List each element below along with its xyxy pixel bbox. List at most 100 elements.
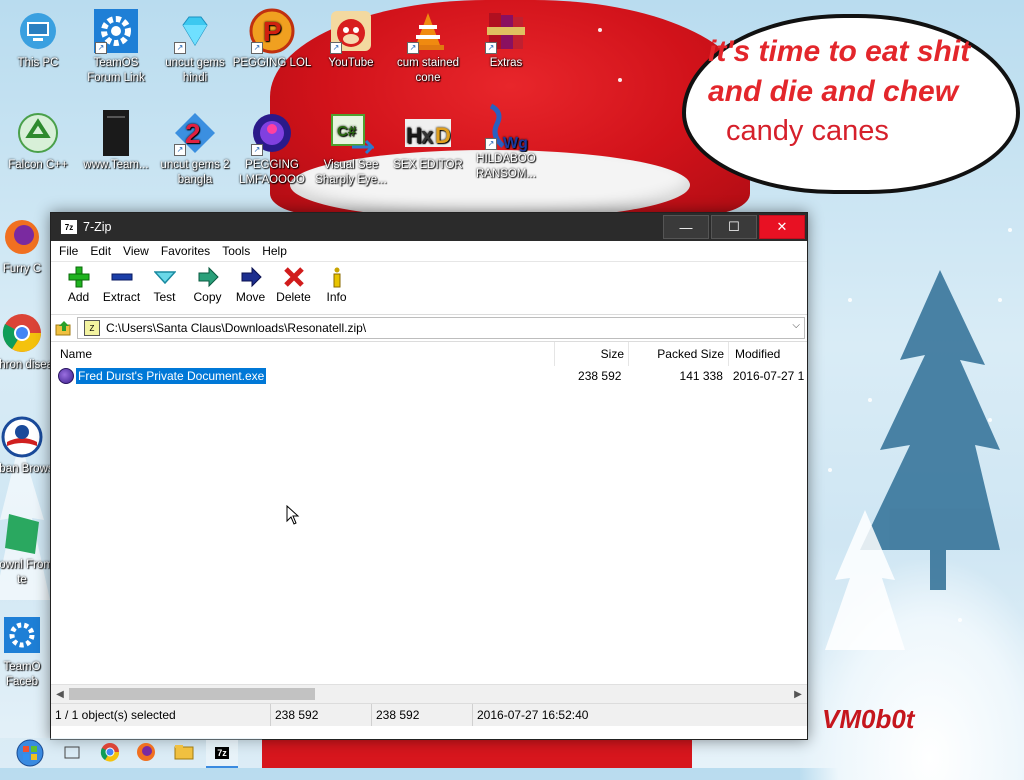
desktop-icon-label: Extras (489, 57, 523, 69)
taskbar-firefox[interactable] (134, 740, 158, 764)
address-field[interactable]: Z C:\Users\Santa Claus\Downloads\Resonat… (77, 317, 805, 339)
bubble-line-3: candy canes (726, 115, 889, 147)
taskbar-7zip[interactable]: 7z (206, 740, 238, 768)
test-button[interactable]: Test (143, 266, 186, 304)
desktop-icon-label: PEGGING LOL (232, 57, 312, 69)
file-modified: 2016-07-27 1 (732, 369, 805, 383)
desktop-icon-hildaboo-ransom[interactable]: Wg ↗ HILDABOO RANSOM... (466, 103, 546, 182)
desktop-icon-oban-brows[interactable]: Oban Brows (0, 414, 54, 477)
bubble-line-2: and die and chew (708, 75, 959, 108)
info-button[interactable]: Info (315, 266, 358, 304)
taskbar-chrome[interactable] (98, 740, 122, 764)
desktop-icon-furry-c[interactable]: Furry C (0, 214, 54, 277)
copy-label: Copy (193, 290, 222, 304)
menu-favorites[interactable]: Favorites (155, 244, 216, 258)
window-titlebar[interactable]: 7z 7-Zip — ☐ ✕ (51, 213, 807, 241)
info-icon (325, 266, 349, 288)
desktop-icon-pegging-lol[interactable]: P ↗ PEGGING LOL (232, 8, 312, 71)
folder-up-icon (55, 321, 71, 336)
horizontal-scrollbar[interactable]: ◀ ▶ (51, 684, 807, 703)
desktop-icon-label: Falcon C++ (8, 159, 68, 171)
desktop-icon-download-from-team[interactable]: Downl From te (0, 510, 54, 588)
desktop-icon-falcon-cpp[interactable]: Falcon C++ (0, 110, 78, 173)
check-icon (153, 266, 177, 288)
desktop-icon-label: www.Team... (83, 159, 149, 171)
chrome-icon (100, 743, 120, 762)
column-name[interactable]: Name (51, 342, 555, 366)
svg-text:D: D (435, 123, 451, 148)
status-size: 238 592 (271, 704, 372, 726)
minimize-button[interactable]: — (663, 215, 709, 239)
menu-file[interactable]: File (53, 244, 84, 258)
desktop-icon-visual-see-sharply[interactable]: C# Visual See Sharply Eye... (311, 110, 391, 188)
black-book-icon (93, 110, 139, 156)
copy-button[interactable]: Copy (186, 266, 229, 304)
column-packed-size[interactable]: Packed Size (629, 342, 729, 366)
desktop-icon-label: Oban Brows (0, 463, 54, 475)
desktop-icon-teamos-facebook[interactable]: TeamO Faceb (0, 612, 54, 690)
scroll-track[interactable] (69, 687, 789, 701)
desktop-icon-label: HILDABOO RANSOM... (475, 153, 537, 180)
folder-up-button[interactable] (51, 317, 77, 339)
move-button[interactable]: Move (229, 266, 272, 304)
column-modified[interactable]: Modified (729, 342, 805, 366)
desktop-icon-label: This PC (17, 57, 59, 69)
scroll-thumb[interactable] (69, 688, 315, 700)
gear-icon: ↗ (93, 8, 139, 54)
shortcut-arrow-icon: ↗ (485, 42, 497, 54)
desktop-icon-uncut-gems-hindi[interactable]: ↗ uncut gems hindi (155, 8, 235, 86)
desktop-icon-chrome-disea[interactable]: Chron disea (0, 310, 54, 373)
desktop-icon-this-pc[interactable]: This PC (0, 8, 78, 71)
desktop-icon-youtube[interactable]: ↗ YouTube (311, 8, 391, 71)
start-button[interactable] (14, 737, 46, 768)
sevenzip-app-icon: 7z (215, 747, 229, 759)
file-row[interactable]: Fred Durst's Private Document.exe 238 59… (51, 366, 807, 386)
desktop-icon-www-team[interactable]: www.Team... (76, 110, 156, 173)
info-label: Info (326, 290, 347, 304)
winrar-books-icon: ↗ (483, 8, 529, 54)
close-button[interactable]: ✕ (759, 215, 805, 239)
status-packed: 238 592 (372, 704, 473, 726)
sevenzip-window[interactable]: 7z 7-Zip — ☐ ✕ File Edit View Favorites … (50, 212, 808, 740)
menu-edit[interactable]: Edit (84, 244, 117, 258)
desktop-icon-label: uncut gems 2 bangla (160, 159, 230, 186)
menu-help[interactable]: Help (256, 244, 293, 258)
maximize-button[interactable]: ☐ (711, 215, 757, 239)
file-size: 238 592 (578, 369, 622, 383)
menu-bar: File Edit View Favorites Tools Help (51, 241, 807, 262)
delete-button[interactable]: Delete (272, 266, 315, 304)
desktop-icon-label: uncut gems hindi (165, 57, 225, 84)
file-list[interactable]: Fred Durst's Private Document.exe 238 59… (51, 366, 807, 684)
column-size[interactable]: Size (555, 342, 629, 366)
extract-button[interactable]: Extract (100, 266, 143, 304)
status-bar: 1 / 1 object(s) selected 238 592 238 592… (51, 703, 807, 726)
taskbar-file-explorer[interactable] (172, 740, 196, 764)
status-date: 2016-07-27 16:52:40 (477, 708, 589, 722)
desktop-icon-teamos-forum[interactable]: ↗ TeamOS Forum Link (76, 8, 156, 86)
chevron-down-icon[interactable]: ⌵ (792, 320, 800, 331)
svg-text:x: x (421, 123, 434, 148)
scroll-right-icon[interactable]: ▶ (789, 689, 807, 700)
hxd-icon: HxD (405, 110, 451, 156)
desktop-icon-pegging-lmfaoooo[interactable]: ↗ PEGGING LMFAOOOO (232, 110, 312, 188)
desktop-icon-label: YouTube (328, 57, 374, 69)
delete-label: Delete (276, 290, 311, 304)
folder-icon (174, 745, 194, 760)
csharp-icon: C# (328, 110, 374, 156)
menu-view[interactable]: View (117, 244, 155, 258)
diamond-icon: ↗ (172, 8, 218, 54)
add-label: Add (67, 290, 90, 304)
desktop-icon-extras[interactable]: ↗ Extras (466, 8, 546, 71)
orb-icon: ↗ (249, 110, 295, 156)
desktop-icon-cum-stained-cone[interactable]: ↗ cum stained cone (388, 8, 468, 86)
scroll-left-icon[interactable]: ◀ (51, 689, 69, 700)
desktop-icon-uncut-gems-2[interactable]: 2 ↗ uncut gems 2 bangla (155, 110, 235, 188)
shortcut-arrow-icon: ↗ (251, 42, 263, 54)
desktop-icon-sex-editor[interactable]: HxD SEX EDITOR (388, 110, 468, 173)
menu-tools[interactable]: Tools (216, 244, 256, 258)
obama-logo-icon (0, 414, 45, 460)
add-button[interactable]: Add (57, 266, 100, 304)
task-view-button[interactable] (60, 740, 84, 764)
desktop-icon-label: Visual See Sharply Eye... (315, 159, 387, 186)
copy-arrow-icon (196, 266, 220, 288)
